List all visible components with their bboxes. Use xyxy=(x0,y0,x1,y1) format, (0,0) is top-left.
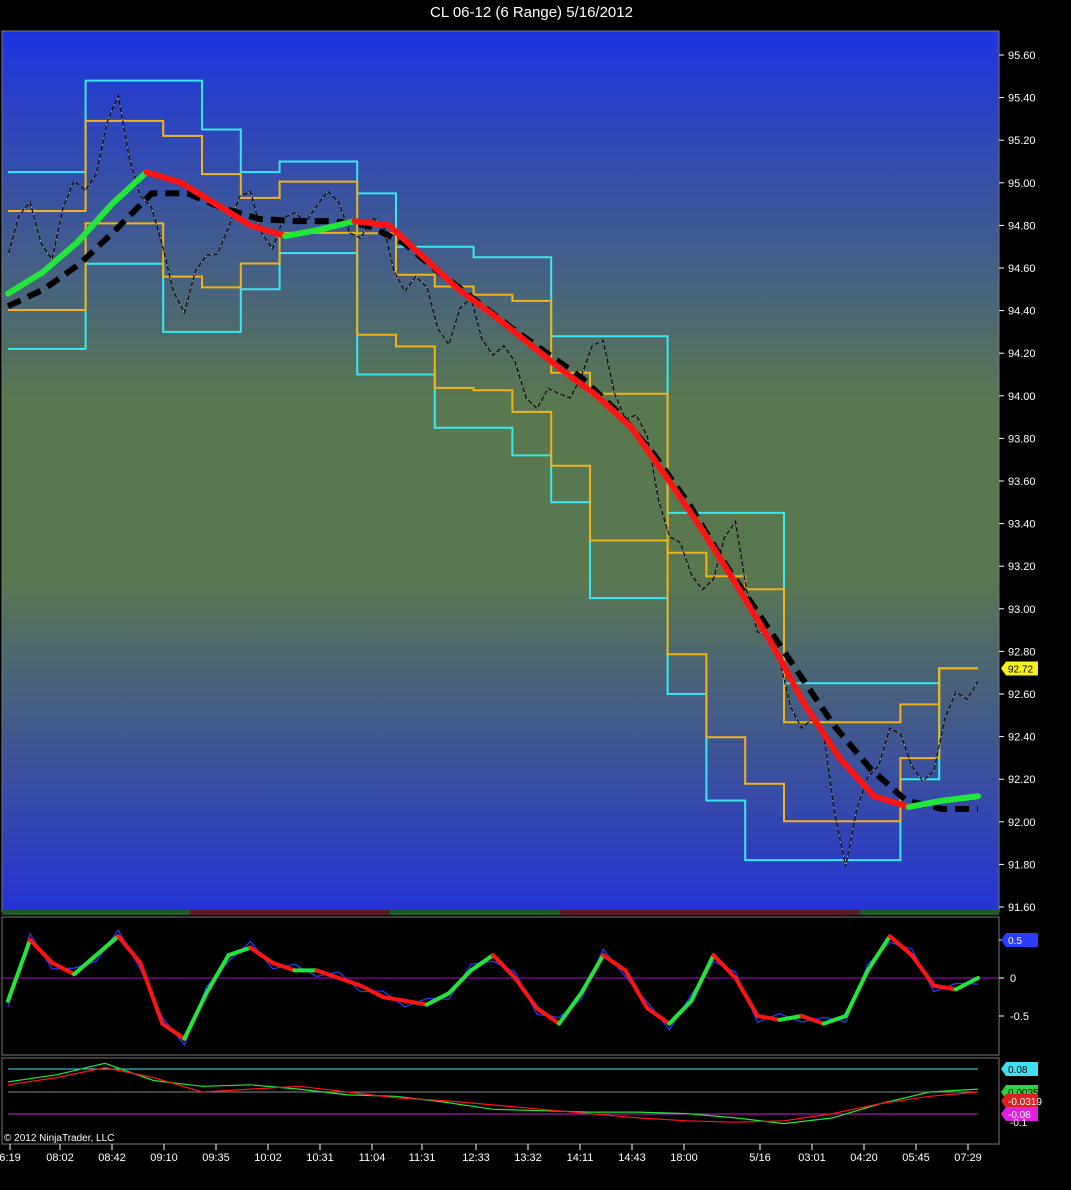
price-tick-label: 95.00 xyxy=(1008,178,1036,190)
price-tick-label: 94.00 xyxy=(1008,391,1036,403)
price-tick-label: 92.80 xyxy=(1008,646,1036,658)
oscillator-last-label: 0.5 xyxy=(1001,933,1038,947)
momentum-panel[interactable] xyxy=(1,1057,1000,1145)
time-tick-label: 11:04 xyxy=(359,1152,386,1164)
time-tick-label: 14:43 xyxy=(618,1152,646,1164)
momentum-label-2-text: -0.0319 xyxy=(1008,1097,1042,1108)
price-tick-label: 94.60 xyxy=(1008,263,1036,275)
time-tick-label: 10:31 xyxy=(306,1152,334,1164)
price-tick-label: 92.20 xyxy=(1008,774,1036,786)
time-tick-label: 10:02 xyxy=(254,1152,282,1164)
price-tick-label: 93.20 xyxy=(1008,561,1036,573)
time-tick-label: 08:02 xyxy=(46,1152,74,1164)
price-tick-label: 93.40 xyxy=(1008,519,1036,531)
time-tick-label: 13:32 xyxy=(514,1152,542,1164)
price-tick-label: 95.60 xyxy=(1008,50,1036,62)
price-tick-label: 95.40 xyxy=(1008,93,1036,105)
trend-ma-segment xyxy=(351,218,393,229)
oscillator-tick-label: 0 xyxy=(1010,973,1016,985)
oscillator-tick-label: -0.5 xyxy=(1010,1011,1029,1023)
momentum-label-2: -0.0319 xyxy=(1001,1094,1042,1108)
price-tick-label: 94.80 xyxy=(1008,220,1036,232)
time-tick-label: 03:01 xyxy=(798,1152,826,1164)
time-tick-label: 5/16 xyxy=(749,1152,770,1164)
time-tick-label: 6:19 xyxy=(0,1152,21,1164)
chart-canvas[interactable]: 95.60 95.40 95.20 95.00 94.80 94.60 94.40 94.20… xyxy=(0,0,1071,1190)
time-tick-label: 09:35 xyxy=(202,1152,230,1164)
price-tick-label: 94.20 xyxy=(1008,348,1036,360)
momentum-label-0-text: 0.08 xyxy=(1008,1065,1028,1076)
price-panel-bottom-strip-red-2 xyxy=(560,910,860,915)
price-tick-label: 91.80 xyxy=(1008,859,1036,871)
time-tick-label: 11:31 xyxy=(409,1152,436,1164)
price-tick-label: 95.20 xyxy=(1008,135,1036,147)
time-tick-label: 09:10 xyxy=(150,1152,178,1164)
price-tick-label: 93.60 xyxy=(1008,476,1036,488)
momentum-label-4: -0.1 xyxy=(1010,1118,1028,1129)
last-price-label-text: 92.72 xyxy=(1008,664,1033,675)
time-tick-label: 04:20 xyxy=(850,1152,878,1164)
price-tick-label: 93.80 xyxy=(1008,433,1036,445)
time-tick-label: 14:11 xyxy=(567,1152,594,1164)
momentum-label-0: 0.08 xyxy=(1001,1062,1038,1076)
price-tick-label: 92.40 xyxy=(1008,732,1036,744)
price-tick-label: 92.60 xyxy=(1008,689,1036,701)
oscillator-last-label-text: 0.5 xyxy=(1008,936,1022,947)
price-tick-label: 91.60 xyxy=(1008,902,1036,914)
time-tick-label: 07:29 xyxy=(954,1152,982,1164)
copyright-text: © 2012 NinjaTrader, LLC xyxy=(4,1133,114,1144)
time-tick-label: 12:33 xyxy=(462,1152,490,1164)
price-tick-label: 93.00 xyxy=(1008,604,1036,616)
price-tick-label: 94.40 xyxy=(1008,306,1036,318)
price-tick-label: 92.00 xyxy=(1008,817,1036,829)
price-panel[interactable] xyxy=(1,30,1000,913)
time-tick-label: 08:42 xyxy=(98,1152,126,1164)
oscillator-panel[interactable] xyxy=(1,916,1000,1056)
last-price-label: 92.72 xyxy=(1001,661,1038,676)
price-panel-bottom-strip-red xyxy=(190,910,390,915)
trend-ma-segment xyxy=(940,793,981,804)
time-tick-label: 18:00 xyxy=(670,1152,698,1164)
time-axis: 6:19 08:02 08:42 09:10 09:35 10:02 10:31 11:04 1… xyxy=(0,1144,982,1164)
price-axis: 95.60 95.40 95.20 95.00 94.80 94.60 94.40 94.20… xyxy=(999,50,1036,914)
time-tick-label: 05:45 xyxy=(902,1152,930,1164)
